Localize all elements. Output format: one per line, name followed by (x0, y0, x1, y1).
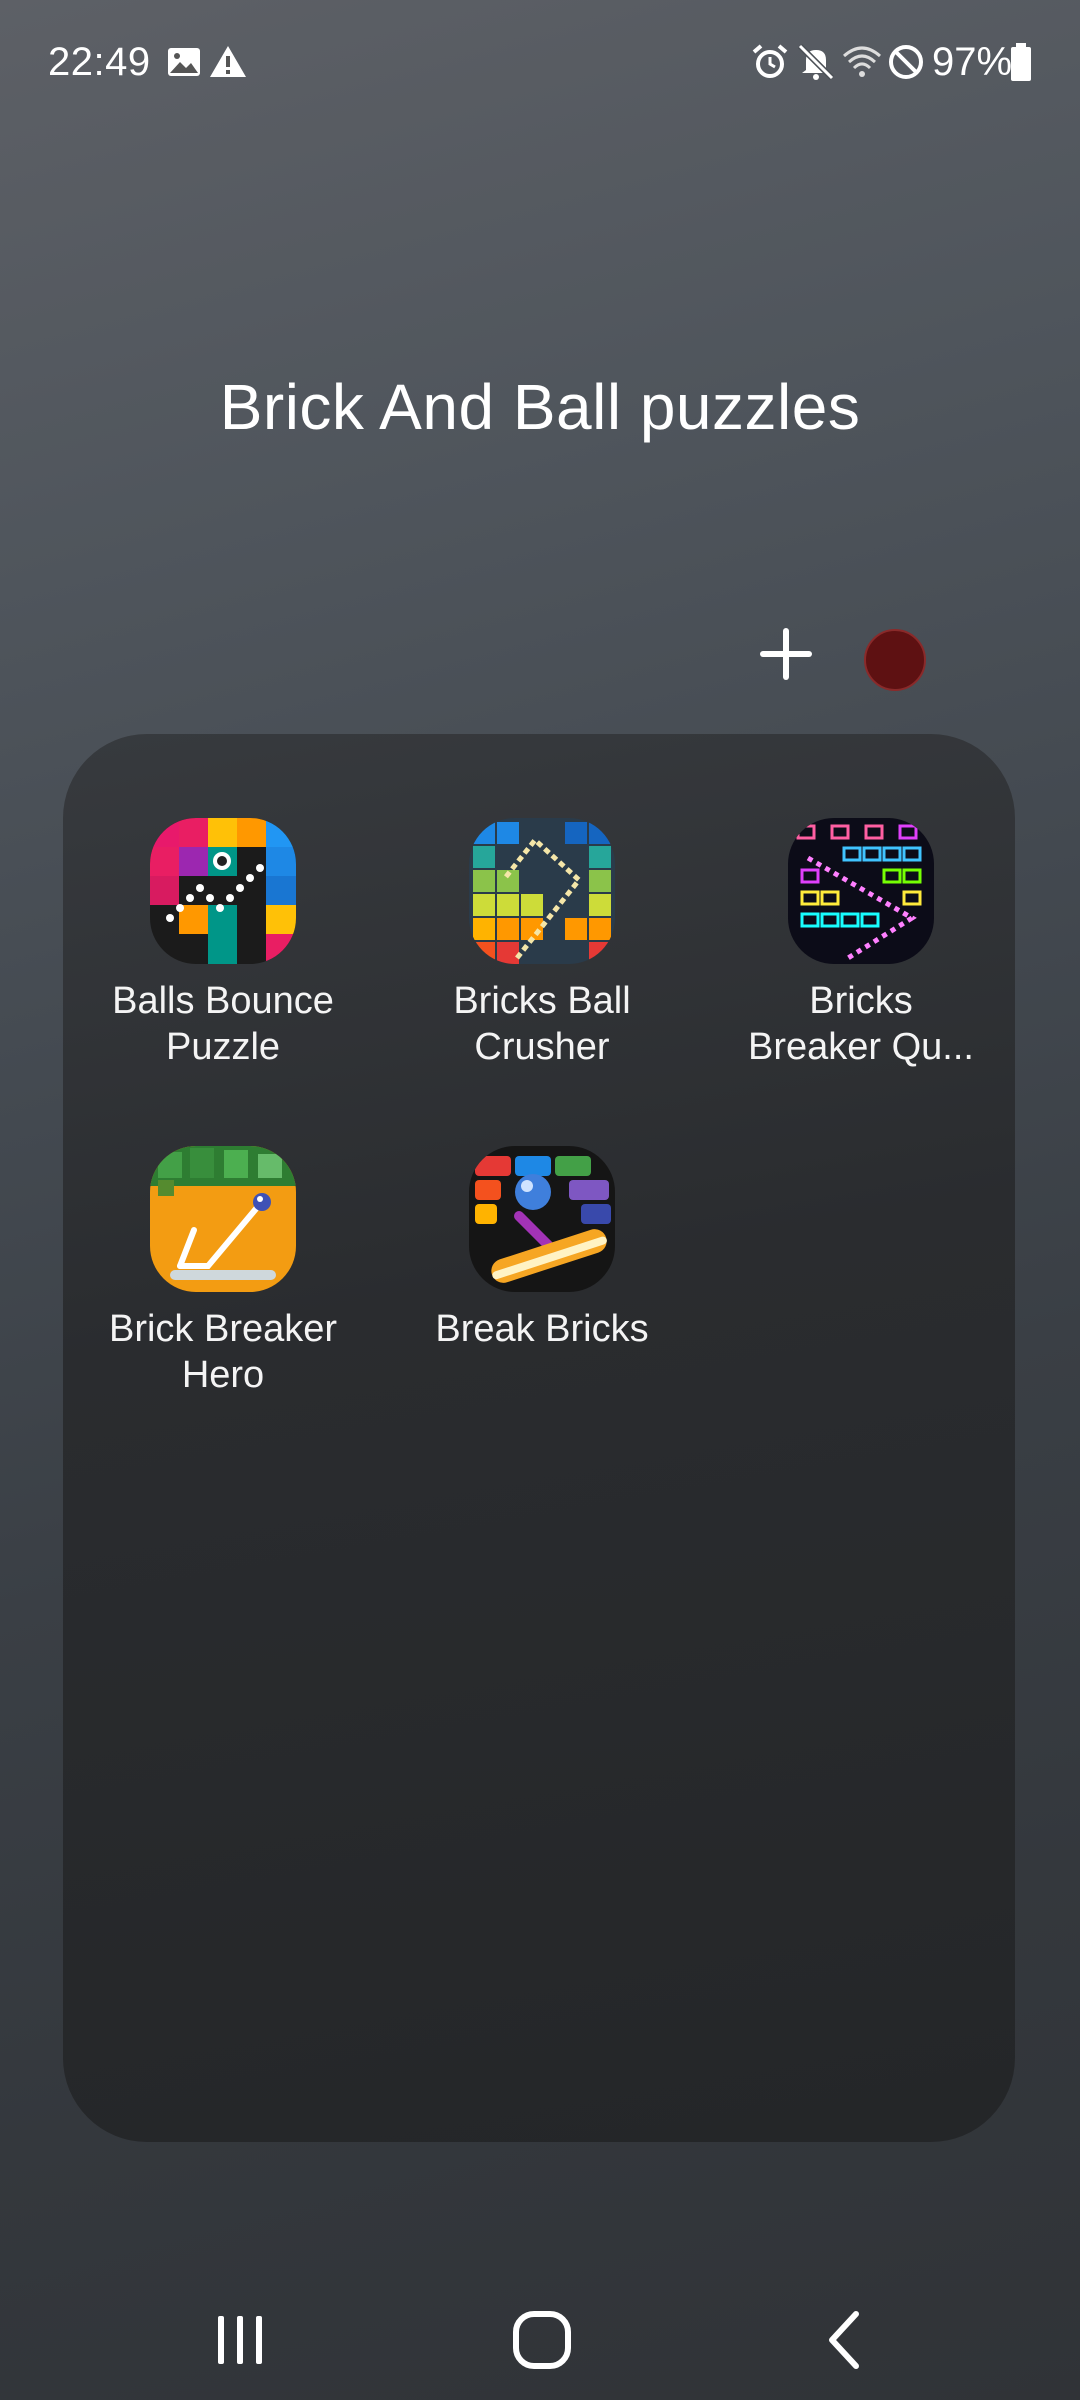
back-icon (829, 2311, 859, 2369)
app-balls-bounce-puzzle[interactable]: Balls Bounce Puzzle (63, 734, 383, 1068)
app-label: Break Bricks (435, 1308, 649, 1350)
app-bricks-ball-crusher[interactable]: Bricks Ball Crusher (382, 734, 702, 1068)
app-label: Balls Bounce Puzzle (112, 980, 334, 1068)
plus-icon (760, 628, 812, 680)
folder-color-button[interactable] (864, 629, 926, 691)
bricks-ball-crusher-icon (469, 818, 615, 964)
warning-icon (208, 42, 248, 82)
folder-title[interactable]: Brick And Ball puzzles (0, 362, 1080, 452)
wifi-icon (842, 42, 882, 82)
app-label: Bricks Breaker Qu... (748, 980, 974, 1068)
app-bricks-breaker-quest[interactable]: Bricks Breaker Qu... (701, 734, 1021, 1068)
break-bricks-icon (469, 1146, 615, 1292)
alarm-icon (750, 42, 790, 82)
do-not-disturb-icon (886, 42, 926, 82)
back-button[interactable] (806, 2300, 886, 2380)
add-apps-button[interactable] (752, 620, 820, 688)
home-button[interactable] (502, 2300, 582, 2380)
bricks-breaker-quest-icon (788, 818, 934, 964)
status-bar: 22:49 97% (0, 0, 1080, 124)
image-icon (164, 42, 204, 82)
home-icon (513, 2311, 571, 2369)
recents-button[interactable] (200, 2300, 280, 2380)
brick-breaker-hero-icon (150, 1146, 296, 1292)
battery-percentage: 97% (932, 40, 1013, 84)
navigation-bar (0, 2270, 1080, 2400)
balls-bounce-puzzle-icon (150, 818, 296, 964)
folder-panel: Balls Bounce Puzzle Bricks Ball Crusher … (63, 734, 1015, 2142)
battery-icon (1008, 42, 1034, 82)
app-label: Bricks Ball Crusher (453, 980, 631, 1068)
app-break-bricks[interactable]: Break Bricks (382, 1062, 702, 1352)
mute-icon (796, 42, 836, 82)
recents-icon (218, 2316, 262, 2364)
status-time: 22:49 (48, 40, 151, 84)
app-brick-breaker-hero[interactable]: Brick Breaker Hero (63, 1062, 383, 1396)
app-label: Brick Breaker Hero (108, 1308, 338, 1396)
